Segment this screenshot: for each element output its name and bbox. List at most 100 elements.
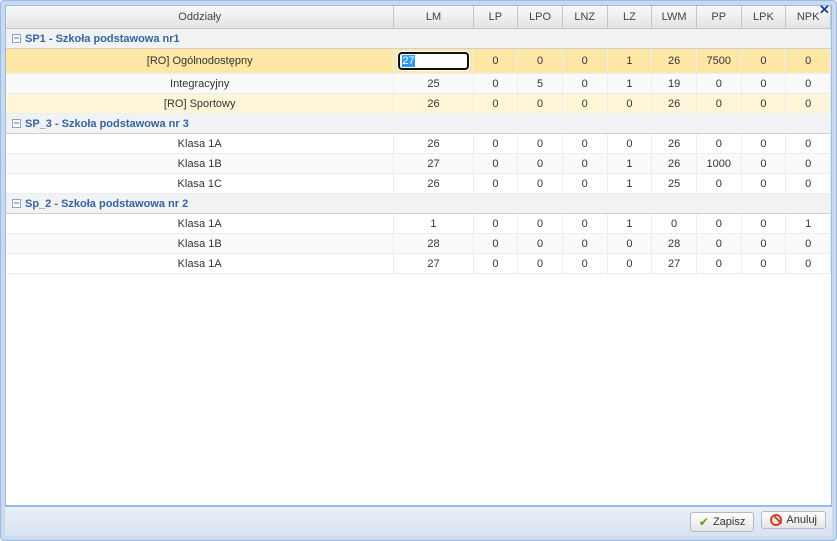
col-header[interactable]: LM: [394, 6, 473, 29]
cell-lpk[interactable]: 0: [741, 134, 786, 154]
row-name-cell[interactable]: Klasa 1C: [6, 174, 394, 194]
col-header[interactable]: Oddziały: [6, 6, 394, 29]
cell-lp[interactable]: 0: [473, 154, 518, 174]
cell-lwm[interactable]: 27: [652, 254, 697, 274]
cell-lm[interactable]: 1: [394, 214, 473, 234]
col-header[interactable]: PP: [696, 6, 741, 29]
close-icon[interactable]: ✕: [817, 3, 832, 18]
cell-lnz[interactable]: 0: [562, 214, 607, 234]
cell-lpk[interactable]: 0: [741, 254, 786, 274]
cell-lp[interactable]: 0: [473, 174, 518, 194]
cell-lwm[interactable]: 19: [652, 74, 697, 94]
cell-lp[interactable]: 0: [473, 254, 518, 274]
cell-lp[interactable]: 0: [473, 49, 518, 74]
save-button[interactable]: ✔ Zapisz: [690, 512, 754, 532]
cell-lp[interactable]: 0: [473, 214, 518, 234]
cell-pp[interactable]: 0: [696, 74, 741, 94]
cell-npk[interactable]: 0: [786, 94, 831, 114]
cell-pp[interactable]: 0: [696, 254, 741, 274]
row-name-cell[interactable]: Klasa 1B: [6, 154, 394, 174]
cell-npk[interactable]: 0: [786, 134, 831, 154]
cell-npk[interactable]: 0: [786, 254, 831, 274]
row-name-cell[interactable]: Klasa 1A: [6, 254, 394, 274]
cell-lnz[interactable]: 0: [562, 74, 607, 94]
cell-lz[interactable]: 1: [607, 74, 652, 94]
cell-pp[interactable]: 0: [696, 94, 741, 114]
cell-lnz[interactable]: 0: [562, 49, 607, 74]
cell-lnz[interactable]: 0: [562, 154, 607, 174]
cell-lp[interactable]: 0: [473, 234, 518, 254]
cell-lpo[interactable]: 0: [518, 174, 563, 194]
table-row[interactable]: Klasa 1C26000125000: [6, 174, 831, 194]
cell-lp[interactable]: 0: [473, 134, 518, 154]
cell-lpk[interactable]: 0: [741, 214, 786, 234]
cell-npk[interactable]: 0: [786, 154, 831, 174]
row-name-cell[interactable]: Klasa 1B: [6, 234, 394, 254]
cell-npk[interactable]: 0: [786, 174, 831, 194]
col-header[interactable]: LPO: [518, 6, 563, 29]
col-header[interactable]: LP: [473, 6, 518, 29]
cell-pp[interactable]: 0: [696, 234, 741, 254]
cell-lz[interactable]: 1: [607, 214, 652, 234]
cell-lz[interactable]: 0: [607, 234, 652, 254]
cell-lpo[interactable]: 0: [518, 154, 563, 174]
cell-lm[interactable]: 25: [394, 74, 473, 94]
cell-lpo[interactable]: 5: [518, 74, 563, 94]
cell-lwm[interactable]: 28: [652, 234, 697, 254]
cell-lp[interactable]: 0: [473, 74, 518, 94]
cell-lm[interactable]: 27: [394, 254, 473, 274]
group-row[interactable]: −SP1 - Szkoła podstawowa nr1: [6, 29, 831, 49]
group-row[interactable]: −SP_3 - Szkoła podstawowa nr 3: [6, 114, 831, 134]
cell-lz[interactable]: 0: [607, 94, 652, 114]
cell-lp[interactable]: 0: [473, 94, 518, 114]
cell-lz[interactable]: 0: [607, 254, 652, 274]
cell-lm[interactable]: 26: [394, 134, 473, 154]
table-row[interactable]: Klasa 1A27000027000: [6, 254, 831, 274]
cell-lnz[interactable]: 0: [562, 94, 607, 114]
cell-lm[interactable]: 28: [394, 234, 473, 254]
cell-lwm[interactable]: 25: [652, 174, 697, 194]
grid-body[interactable]: Oddziały LM LP LPO LNZ LZ LWM PP LPK NPK…: [6, 6, 831, 505]
cell-editor[interactable]: [398, 52, 468, 70]
table-row[interactable]: Klasa 1B28000028000: [6, 234, 831, 254]
cell-lwm[interactable]: 26: [652, 94, 697, 114]
cell-lm[interactable]: 27: [394, 154, 473, 174]
table-row[interactable]: [RO] Sportowy26000026000: [6, 94, 831, 114]
cell-lwm[interactable]: 26: [652, 49, 697, 74]
row-name-cell[interactable]: [RO] Sportowy: [6, 94, 394, 114]
row-name-cell[interactable]: Integracyjny: [6, 74, 394, 94]
cell-lpk[interactable]: 0: [741, 174, 786, 194]
cell-pp[interactable]: 0: [696, 214, 741, 234]
cell-lpo[interactable]: 0: [518, 214, 563, 234]
cell-lpk[interactable]: 0: [741, 49, 786, 74]
cell-lpo[interactable]: 0: [518, 94, 563, 114]
cell-lpk[interactable]: 0: [741, 94, 786, 114]
table-row[interactable]: Integracyjny25050119000: [6, 74, 831, 94]
cell-pp[interactable]: 0: [696, 174, 741, 194]
collapse-icon[interactable]: −: [12, 119, 21, 128]
cell-lpk[interactable]: 0: [741, 234, 786, 254]
cell-lm[interactable]: 26: [394, 174, 473, 194]
cell-lz[interactable]: 1: [607, 154, 652, 174]
col-header[interactable]: LPK: [741, 6, 786, 29]
cell-lwm[interactable]: 26: [652, 134, 697, 154]
group-row[interactable]: −Sp_2 - Szkoła podstawowa nr 2: [6, 194, 831, 214]
col-header[interactable]: LWM: [652, 6, 697, 29]
table-row[interactable]: Klasa 1A100010001: [6, 214, 831, 234]
cell-lz[interactable]: 0: [607, 134, 652, 154]
cell-lz[interactable]: 1: [607, 49, 652, 74]
cell-npk[interactable]: 1: [786, 214, 831, 234]
cell-lpo[interactable]: 0: [518, 234, 563, 254]
cell-lnz[interactable]: 0: [562, 234, 607, 254]
cell-lpo[interactable]: 0: [518, 254, 563, 274]
cell-pp[interactable]: 1000: [696, 154, 741, 174]
col-header[interactable]: LNZ: [562, 6, 607, 29]
row-name-cell[interactable]: Klasa 1A: [6, 134, 394, 154]
collapse-icon[interactable]: −: [12, 199, 21, 208]
cell-npk[interactable]: 0: [786, 74, 831, 94]
cell-lm[interactable]: [394, 49, 473, 74]
cell-lpk[interactable]: 0: [741, 154, 786, 174]
row-name-cell[interactable]: [RO] Ogólnodostępny: [6, 49, 394, 74]
cell-lwm[interactable]: 0: [652, 214, 697, 234]
cell-lm[interactable]: 26: [394, 94, 473, 114]
